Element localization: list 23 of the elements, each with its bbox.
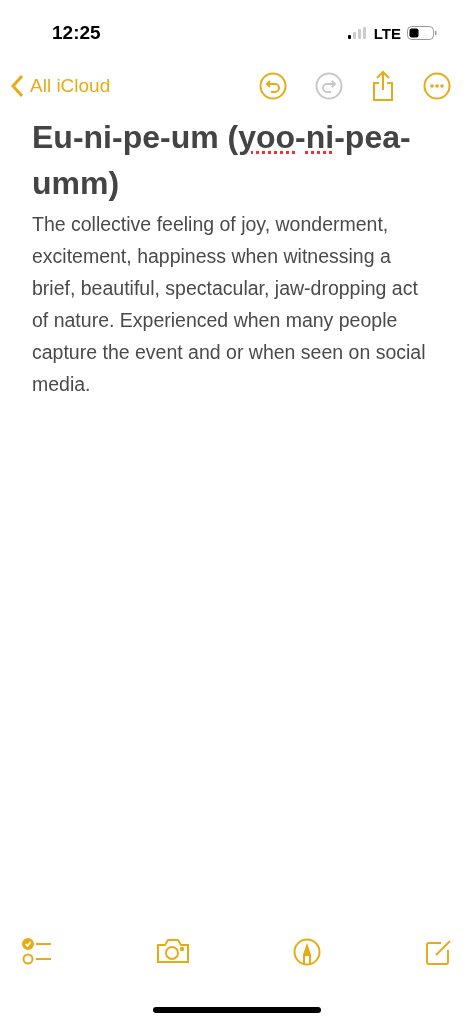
back-button[interactable]: All iCloud [10,74,111,98]
signal-icon [347,27,368,39]
markup-button[interactable] [293,938,322,966]
note-title: Eu-ni-pe-um (yoo-ni-pea-umm) [32,118,412,203]
battery-icon [407,26,437,40]
checklist-icon [22,938,52,966]
more-icon [423,72,451,100]
pen-tip-icon [293,938,322,966]
camera-button[interactable] [155,938,190,966]
undo-button[interactable] [259,72,287,100]
checklist-button[interactable] [22,938,52,966]
undo-icon [259,72,287,100]
share-icon [371,70,395,102]
note-body: The collective feeling of joy, wonderment, excitement, happiness when witnessing a brief, beautiful, spectacular, jaw-dropping act of nature. Experienced when many people capture the event and or when seen on social media. [32,212,427,397]
compose-button[interactable] [424,938,453,966]
redo-icon [315,72,343,100]
share-button[interactable] [371,70,395,102]
status-time: 12:25 [52,22,101,44]
more-button[interactable] [423,72,451,100]
network-label: LTE [373,24,401,42]
chevron-left-icon [10,74,24,98]
compose-icon [424,938,453,966]
camera-icon [155,938,190,964]
